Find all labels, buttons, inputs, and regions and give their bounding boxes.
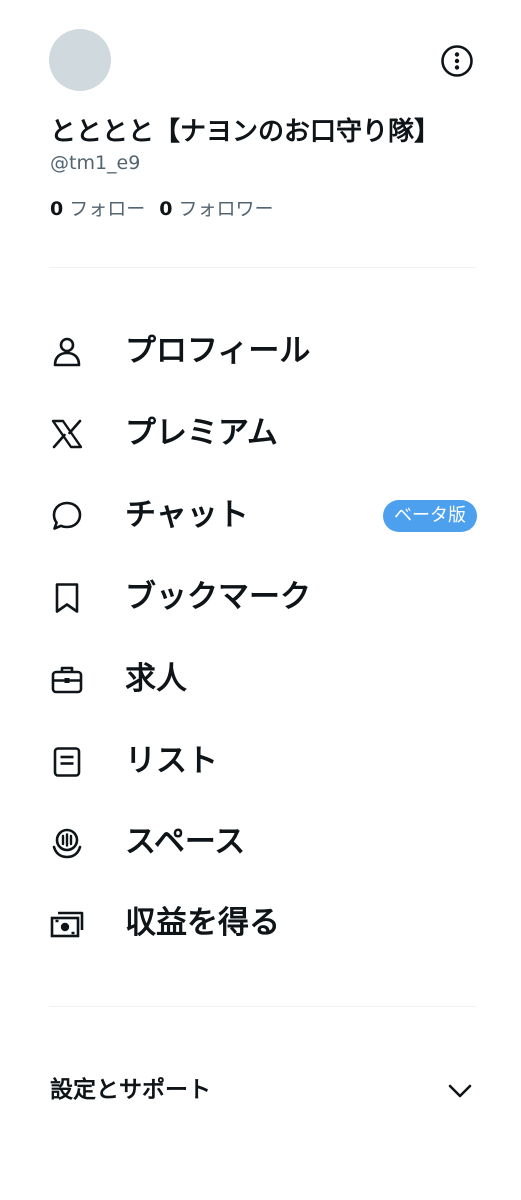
following-link[interactable]: 0 フォロー: [50, 195, 145, 223]
menu-item-label: プロフィール: [125, 333, 311, 369]
chevron-down-icon: [448, 1084, 472, 1098]
menu-item-spaces[interactable]: スペース: [0, 811, 521, 873]
menu-item-label: 収益を得る: [125, 905, 280, 941]
more-options-button[interactable]: [440, 44, 474, 78]
follow-stats: 0 フォロー 0 フォロワー: [50, 195, 274, 223]
followers-link[interactable]: 0 フォロワー: [159, 195, 273, 223]
money-icon: [50, 911, 84, 938]
spaces-icon: [52, 828, 82, 859]
chat-bubble-icon: [52, 501, 82, 530]
more-circle-icon: [441, 45, 473, 77]
bookmark-icon: [55, 583, 79, 613]
list-icon: [53, 747, 81, 777]
navigation-drawer: とととと【ナヨンのお口守り隊】 @tm1_e9 0 フォロー 0 フォロワー プ…: [0, 0, 521, 1200]
menu-item-premium[interactable]: プレミアム: [0, 402, 521, 464]
menu-item-label: プレミアム: [125, 415, 278, 451]
menu-item-label: スペース: [125, 824, 246, 860]
followers-label: フォロワー: [178, 198, 274, 220]
menu-item-chat[interactable]: チャット ベータ版: [0, 484, 521, 546]
divider: [49, 1006, 476, 1007]
menu-item-monetization[interactable]: 収益を得る: [0, 892, 521, 954]
menu-item-jobs[interactable]: 求人: [0, 648, 521, 710]
settings-and-support-label: 設定とサポート: [50, 1077, 211, 1103]
beta-badge: ベータ版: [383, 500, 477, 532]
menu-item-label: ブックマーク: [125, 579, 311, 615]
menu-item-label: チャット: [125, 497, 249, 533]
menu-item-bookmarks[interactable]: ブックマーク: [0, 566, 521, 628]
menu-item-lists[interactable]: リスト: [0, 730, 521, 792]
following-count: 0: [50, 198, 64, 220]
menu-item-label: 求人: [125, 661, 187, 697]
x-logo-icon: [51, 419, 83, 449]
display-name[interactable]: とととと【ナヨンのお口守り隊】: [50, 114, 440, 150]
menu-item-profile[interactable]: プロフィール: [0, 320, 521, 382]
user-handle: @tm1_e9: [50, 152, 141, 174]
followers-count: 0: [159, 198, 173, 220]
following-label: フォロー: [69, 198, 146, 220]
person-icon: [53, 337, 81, 367]
settings-and-support-toggle[interactable]: 設定とサポート: [0, 1062, 521, 1118]
divider: [49, 267, 476, 268]
menu-item-label: リスト: [125, 743, 218, 779]
briefcase-icon: [51, 666, 83, 694]
avatar[interactable]: [49, 29, 111, 91]
